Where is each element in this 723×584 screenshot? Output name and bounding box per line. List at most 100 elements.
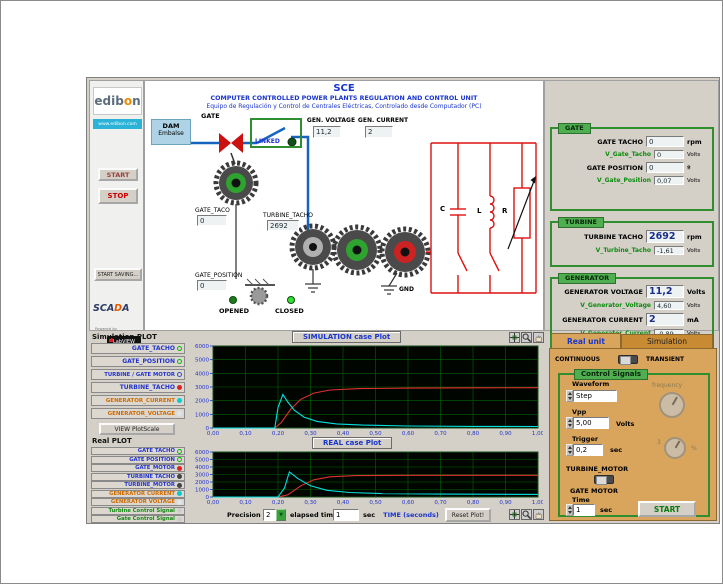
svg-text:0,10: 0,10: [239, 500, 252, 506]
legend-item[interactable]: Turbine Control Signal: [91, 507, 185, 515]
scada-text-d: D: [114, 303, 122, 314]
dam-box: DAM Embalse: [151, 119, 191, 145]
zoom-magnifier-icon[interactable]: [521, 509, 532, 520]
zoom-crosshair-icon[interactable]: [509, 332, 520, 343]
capacitor-label: C: [440, 205, 445, 213]
linked-switch[interactable]: LINKED: [250, 118, 302, 148]
tab-real-unit[interactable]: Real unit: [551, 333, 621, 348]
legend-label: GATE TACHO: [138, 448, 175, 454]
legend-label: GENERATOR_CURRENT: [106, 398, 175, 404]
legend-item[interactable]: GATE_POSITION: [91, 356, 185, 367]
start-saving-button[interactable]: START SAVING...: [94, 268, 142, 281]
frequency-label: frequency: [652, 382, 682, 389]
plot-legends-panel: Simulation PLOT GATE_TACHO GATE_POSITION…: [89, 331, 187, 523]
legend-label: Turbine Control Signal: [108, 508, 175, 514]
trigger-input[interactable]: 0,2: [566, 444, 603, 456]
scada-text-a: A: [122, 303, 129, 314]
legend-item[interactable]: TURBINE_TACHO: [91, 382, 185, 393]
mode-toggle[interactable]: [618, 355, 638, 364]
turbine-motor-toggle[interactable]: [594, 475, 614, 484]
indicator-value: 0: [646, 136, 684, 147]
svg-text:0,70: 0,70: [434, 431, 447, 437]
gate-position-label: GATE_POSITION: [195, 272, 242, 279]
svg-text:0,20: 0,20: [272, 500, 285, 506]
svg-text:1,00: 1,00: [532, 500, 543, 506]
sidebar: edibon www.edibon.com START STOP START S…: [89, 80, 144, 331]
indicator-value: 0: [646, 162, 684, 173]
start-motor-button[interactable]: START: [638, 501, 696, 517]
real-chart[interactable]: 60005000400030002000100000,000,100,200,3…: [195, 450, 543, 506]
turbine-main-gear-icon: [334, 227, 380, 273]
legend-item[interactable]: Gate Control Signal: [91, 515, 185, 523]
spinner-arrows-icon[interactable]: [566, 390, 573, 402]
spinner-arrows-icon[interactable]: [566, 444, 573, 456]
dropdown-arrow-icon: ▼: [276, 509, 286, 521]
real-plot-legend-title: Real PLOT: [92, 437, 132, 445]
indicator-unit: º: [687, 164, 707, 172]
indicator-value: 2692: [646, 230, 684, 243]
gen-current-label: GEN. CURRENT: [357, 117, 409, 124]
vpp-input[interactable]: 5,00: [566, 417, 609, 429]
turbine-group: TURBINE TURBINE TACHO2692rpm V_Turbine_T…: [550, 221, 714, 267]
indicator-row: V_Gate_Tacho0Volts: [552, 150, 712, 159]
legend-item[interactable]: GATE_MOTOR: [91, 464, 185, 472]
indicator-value: 0,07: [654, 176, 684, 185]
gate-motor-label: GATE MOTOR: [570, 487, 618, 495]
frequency-knob[interactable]: [659, 392, 685, 418]
tab-simulation[interactable]: Simulation: [621, 334, 713, 348]
legend-dot: [177, 411, 182, 416]
legend-item[interactable]: GENERATOR VOLTAGE: [91, 498, 185, 506]
legend-dot: [177, 385, 182, 390]
legend-item[interactable]: TURBINE_MOTOR: [91, 481, 185, 489]
legend-item[interactable]: TURBINE TACHO: [91, 473, 185, 481]
linked-label: LINKED: [255, 138, 280, 145]
legend-item[interactable]: GATE TACHO: [91, 447, 185, 455]
reset-plot-button[interactable]: Reset Plot!: [445, 508, 491, 522]
elaps​ed-time-input[interactable]: 1: [333, 509, 359, 521]
legend-item[interactable]: GENERATOR_VOLTAGE: [91, 408, 185, 419]
legend-label: GATE_POSITION: [122, 358, 175, 365]
indicator-label: TURBINE TACHO: [584, 233, 643, 241]
stop-button[interactable]: STOP: [98, 188, 138, 204]
legend-label: GATE POSITION: [129, 457, 175, 463]
zoom-magnifier-icon[interactable]: [521, 332, 532, 343]
indicator-unit: Volts: [687, 303, 707, 309]
legend-item[interactable]: GENERATOR CURRENT: [91, 490, 185, 498]
start-button[interactable]: START: [98, 168, 138, 181]
zoom-crosshair-icon[interactable]: [509, 509, 520, 520]
precision-label: Precision: [227, 511, 261, 519]
precision-dropdown[interactable]: 2 ▼: [263, 509, 286, 521]
indicator-row: V_Generator_Voltage4,60Volts: [552, 301, 712, 310]
indicator-label: GENERATOR VOLTAGE: [564, 288, 643, 296]
trigger-unit: sec: [610, 446, 622, 454]
legend-item[interactable]: GATE POSITION: [91, 456, 185, 464]
spinner-arrows-icon[interactable]: [566, 504, 573, 516]
svg-text:1,00: 1,00: [532, 431, 543, 437]
svg-text:0,00: 0,00: [207, 431, 220, 437]
time-input[interactable]: 1: [566, 504, 595, 516]
spinner-arrows-icon[interactable]: [566, 417, 573, 429]
charts-panel: SIMULATION case Plot 6000500040003000200…: [187, 331, 547, 523]
gate-taco-label: GATE_TACO: [195, 207, 230, 214]
sim-plot-tools: [509, 332, 544, 343]
indicator-label: V_Turbine_Tacho: [596, 247, 651, 254]
svg-text:0,30: 0,30: [304, 500, 317, 506]
svg-text:0,70: 0,70: [434, 500, 447, 506]
percent-knob[interactable]: [664, 437, 686, 459]
vpp-unit: Volts: [616, 420, 634, 428]
generator-gear-icon: [382, 229, 428, 275]
legend-item[interactable]: TURBINE / GATE MOTOR: [91, 369, 185, 380]
view-plotscale-button[interactable]: VIEW PlotScale: [99, 423, 175, 435]
pan-hand-icon[interactable]: [533, 332, 544, 343]
svg-text:2000: 2000: [195, 399, 209, 405]
sim-chart[interactable]: 60005000400030002000100000,000,100,200,3…: [195, 344, 543, 437]
legend-dot: [177, 466, 182, 471]
legend-item[interactable]: GENERATOR_CURRENT: [91, 395, 185, 406]
indicator-value: 11,2: [646, 285, 684, 298]
waveform-select[interactable]: Step: [566, 390, 617, 402]
pan-hand-icon[interactable]: [533, 509, 544, 520]
legend-item[interactable]: GATE_TACHO: [91, 343, 185, 354]
control-signals-group: Control Signals Waveform frequency Step …: [558, 373, 710, 517]
legend-label: GENERATOR_VOLTAGE: [108, 411, 175, 417]
scada-text: SCA: [93, 303, 114, 314]
